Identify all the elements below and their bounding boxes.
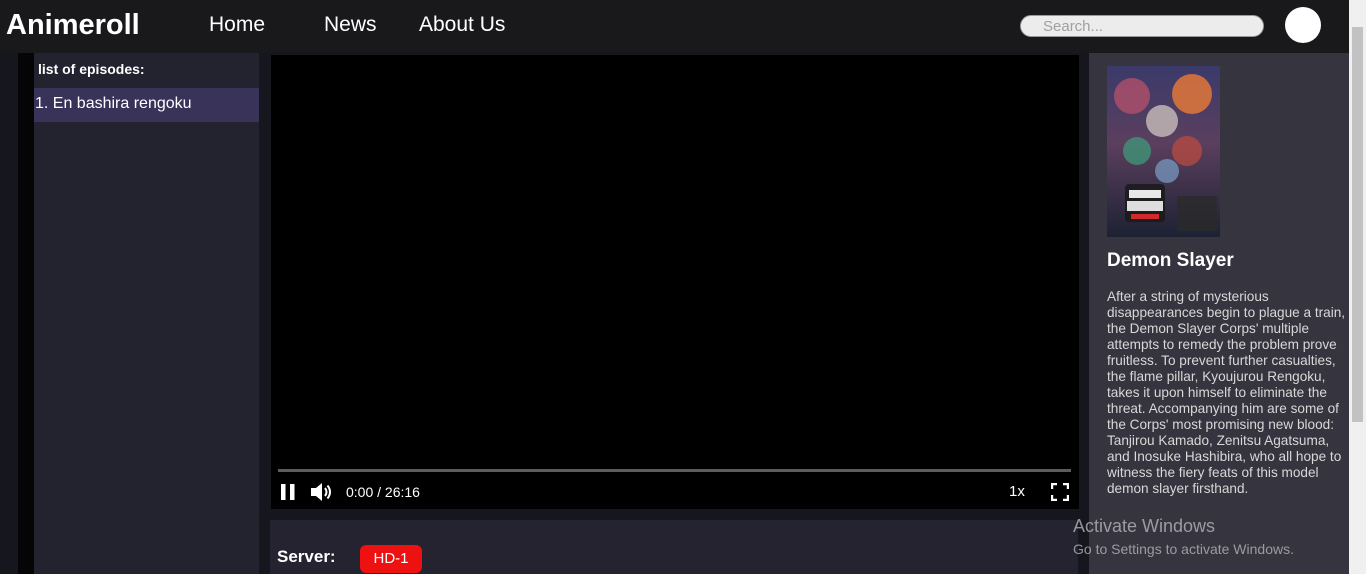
fullscreen-icon[interactable] [1051,483,1069,501]
anime-poster [1107,66,1220,237]
server-label: Server: [277,547,336,566]
pause-icon[interactable] [279,483,297,501]
server-hd1-button[interactable]: HD-1 [360,545,422,573]
anime-title: Demon Slayer [1107,250,1234,271]
search-input[interactable] [1020,15,1264,37]
episode-list-title: list of episodes: [38,61,145,77]
top-navbar: Animeroll Home News About Us [0,0,1366,53]
playback-speed-button[interactable]: 1x [1009,483,1025,500]
nav-link-about-us[interactable]: About Us [419,13,505,37]
volume-icon[interactable] [309,481,333,503]
anime-info-panel: Demon Slayer After a string of mysteriou… [1089,53,1349,574]
video-progress-bar[interactable] [278,469,1071,472]
site-logo[interactable]: Animeroll [6,8,140,42]
user-avatar[interactable] [1285,7,1321,43]
scrollbar-thumb[interactable] [1352,27,1363,422]
server-panel: Server: HD-1 [270,520,1078,574]
windows-activation-subtitle: Go to Settings to activate Windows. [1073,541,1294,557]
video-time-display: 0:00 / 26:16 [346,484,420,500]
nav-link-news[interactable]: News [324,13,377,37]
episode-list-panel: list of episodes: 1. En bashira rengoku [34,53,259,574]
nav-link-home[interactable]: Home [209,13,265,37]
windows-activation-title: Activate Windows [1073,516,1216,536]
left-edge-strip [18,53,34,574]
episode-item[interactable]: 1. En bashira rengoku [34,88,259,122]
video-player[interactable]: 0:00 / 26:16 1x [271,55,1079,509]
page-scrollbar[interactable] [1349,0,1366,574]
anime-description: After a string of mysterious disappearan… [1107,289,1346,496]
